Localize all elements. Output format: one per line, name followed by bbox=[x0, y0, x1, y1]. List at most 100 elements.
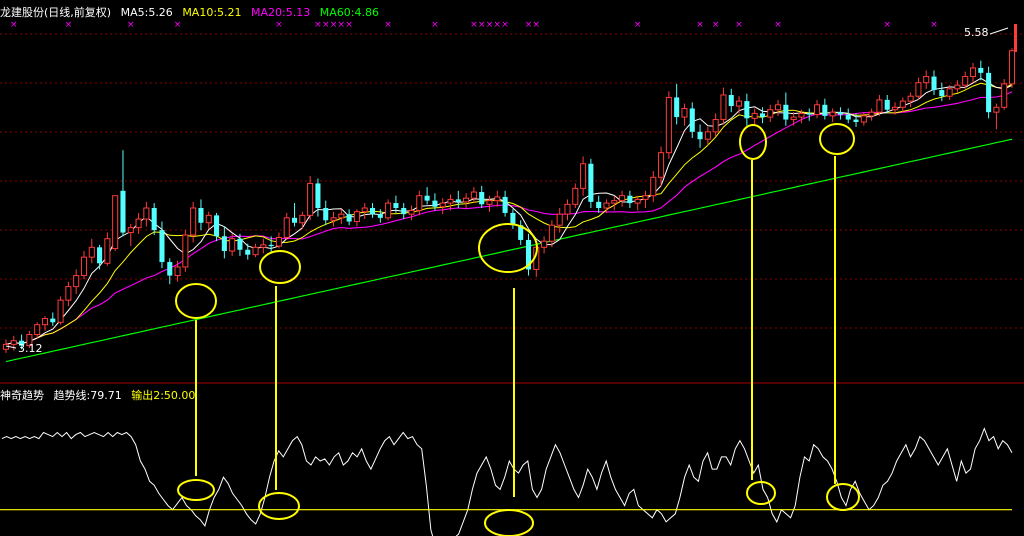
candle-body-down bbox=[377, 214, 383, 218]
candle-body-down bbox=[323, 208, 329, 221]
candle-body-down bbox=[432, 200, 438, 207]
signal-marker: × bbox=[384, 20, 392, 30]
candle-body-down bbox=[588, 163, 594, 202]
candle-body-down bbox=[822, 104, 828, 116]
trend-line bbox=[1, 427, 1013, 536]
candle-body-up bbox=[494, 196, 501, 202]
candle-body-down bbox=[221, 236, 227, 251]
signal-marker: × bbox=[533, 20, 541, 30]
candle-body-down bbox=[596, 201, 602, 208]
high-price-label: 5.58 bbox=[964, 26, 989, 39]
candle-body-down bbox=[744, 101, 750, 119]
candle-body-up bbox=[969, 67, 977, 78]
candle-body-down bbox=[268, 244, 274, 247]
candle-body-up bbox=[634, 198, 641, 204]
candle-body-down bbox=[884, 99, 890, 110]
candle-body-up bbox=[182, 234, 189, 268]
ma20-line bbox=[5, 91, 1013, 345]
candle-body-up bbox=[681, 107, 688, 118]
candle-body-down bbox=[783, 104, 789, 120]
candle-body-up bbox=[650, 176, 657, 197]
candle-body-up bbox=[899, 100, 906, 108]
candle-body-down bbox=[393, 203, 399, 208]
candle-body-up bbox=[790, 116, 797, 121]
candle-body-down bbox=[346, 214, 352, 222]
candle-body-down bbox=[245, 249, 251, 255]
candle-body-down bbox=[845, 114, 851, 120]
candle-body-down bbox=[759, 113, 765, 118]
candle-body-up bbox=[915, 82, 922, 97]
candle-body-up bbox=[174, 266, 181, 277]
candle-body-up bbox=[580, 163, 587, 189]
signal-marker: × bbox=[494, 20, 502, 30]
candle-body-up bbox=[80, 256, 88, 277]
candle-body-up bbox=[876, 99, 883, 113]
candle-body-up bbox=[720, 94, 727, 121]
signal-marker: × bbox=[470, 20, 478, 30]
candle-body-up bbox=[860, 115, 867, 123]
candle-body-down bbox=[689, 108, 695, 132]
candle-body-up bbox=[993, 106, 1000, 113]
candle-body-up bbox=[104, 238, 111, 264]
candle-body-up bbox=[704, 131, 711, 140]
candle-body-down bbox=[455, 199, 461, 202]
signal-marker: × bbox=[735, 20, 743, 30]
annotation-circle-indicator bbox=[484, 509, 534, 536]
candle-body-up bbox=[353, 211, 360, 223]
candle-body-down bbox=[728, 94, 734, 107]
last-candle-edge bbox=[1014, 24, 1017, 52]
annotation-circle-indicator bbox=[258, 492, 300, 520]
annotation-circle-price bbox=[819, 123, 855, 155]
candle-body-down bbox=[159, 230, 165, 263]
candle-body-up bbox=[962, 76, 969, 86]
candle-body-down bbox=[931, 76, 937, 91]
signal-marker: × bbox=[275, 20, 283, 30]
candle-body-down bbox=[237, 238, 243, 250]
candle-body-up bbox=[88, 246, 95, 258]
candle-body-up bbox=[1008, 50, 1016, 85]
candle-body-up bbox=[611, 200, 618, 204]
candle-body-up bbox=[135, 218, 142, 229]
signal-marker: × bbox=[501, 20, 509, 30]
candle-body-up bbox=[408, 209, 415, 215]
candle-body-up bbox=[868, 111, 875, 117]
candle-body-down bbox=[502, 196, 508, 213]
signal-marker: × bbox=[431, 20, 439, 30]
candle-body-down bbox=[424, 195, 430, 201]
candle-body-down bbox=[986, 72, 992, 113]
candle-body-up bbox=[439, 202, 446, 208]
candle-body-up bbox=[1001, 83, 1008, 108]
candle-body-up bbox=[548, 224, 555, 242]
signal-marker: × bbox=[174, 20, 182, 30]
stock-chart: × × × × × × × × × × × × × × × × × × × × × × × × × ×5.583.12 bbox=[0, 20, 1024, 536]
candle-body-up bbox=[814, 104, 821, 116]
annotation-circle-price bbox=[175, 283, 217, 319]
candle-body-up bbox=[829, 111, 836, 117]
candle-body-up bbox=[463, 197, 470, 203]
candle-body-up bbox=[470, 191, 477, 199]
candle-body-up bbox=[34, 324, 41, 336]
candle-body-up bbox=[10, 340, 17, 345]
signal-marker: × bbox=[696, 20, 704, 30]
candle-body-up bbox=[65, 286, 72, 301]
candle-body-up bbox=[712, 119, 719, 133]
candle-body-down bbox=[674, 97, 680, 118]
candle-body-up bbox=[330, 217, 337, 221]
signal-marker: × bbox=[345, 20, 353, 30]
candle-body-up bbox=[907, 95, 914, 102]
candle-body-up bbox=[665, 96, 672, 154]
candle-body-down bbox=[369, 208, 376, 215]
candle-body-up bbox=[57, 299, 64, 323]
candle-body-up bbox=[447, 198, 454, 204]
candle-body-up bbox=[112, 195, 119, 250]
candle-body-up bbox=[658, 152, 665, 178]
candle-body-up bbox=[603, 202, 610, 209]
signal-marker: × bbox=[338, 20, 346, 30]
candle-body-up bbox=[252, 246, 259, 256]
candle-body-down bbox=[978, 67, 984, 73]
candle-body-up bbox=[891, 106, 899, 111]
candle-body-down bbox=[97, 247, 103, 264]
candle-body-up bbox=[541, 240, 548, 248]
signal-marker: × bbox=[525, 20, 533, 30]
candle-body-up bbox=[127, 227, 134, 234]
